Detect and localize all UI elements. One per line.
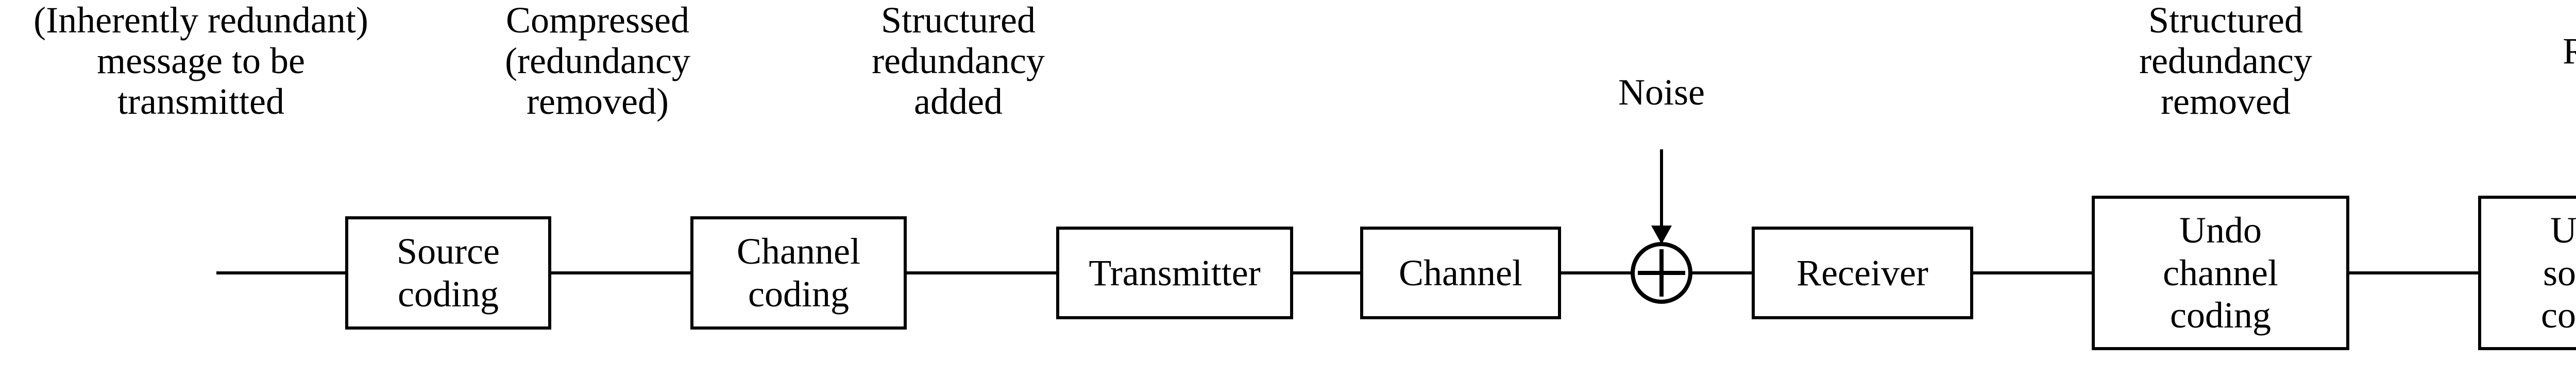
wire-channelcode-tx: [907, 271, 1056, 274]
wire-channel-sum: [1561, 271, 1633, 274]
block-source-coding: Sourcecoding: [345, 216, 551, 330]
block-receiver: Receiver: [1752, 227, 1973, 319]
wire-in-source: [216, 271, 345, 274]
comm-system-diagram: (Inherently redundant)message to betrans…: [0, 0, 2576, 379]
block-undo-channel: Undochannelcoding: [2092, 196, 2349, 350]
wire-rx-undochannel: [1973, 271, 2092, 274]
label-after-channel-coding: Structuredredundancyadded: [835, 0, 1082, 123]
wire-sum-rx: [1685, 271, 1752, 274]
wire-undochannel-undosrc: [2349, 271, 2478, 274]
block-undo-source: Undosourcecoding: [2478, 196, 2576, 350]
block-channel-coding: Channelcoding: [690, 216, 907, 330]
label-after-source-coding: Compressed(redundancyremoved): [474, 0, 721, 123]
block-transmitter: Transmitter: [1056, 227, 1293, 319]
label-noise: Noise: [1600, 72, 1723, 113]
wire-source-channelcode: [551, 271, 690, 274]
label-input-message: (Inherently redundant)message to betrans…: [0, 0, 402, 123]
label-after-undo-channel: Structuredredundancyremoved: [2102, 0, 2349, 123]
block-channel: Channel: [1360, 227, 1561, 319]
wire-tx-channel: [1293, 271, 1360, 274]
label-reconstructed-message: Reconstructedmessage: [2535, 31, 2576, 112]
wire-noise-down: [1660, 149, 1663, 242]
summing-junction: [1631, 242, 1692, 304]
